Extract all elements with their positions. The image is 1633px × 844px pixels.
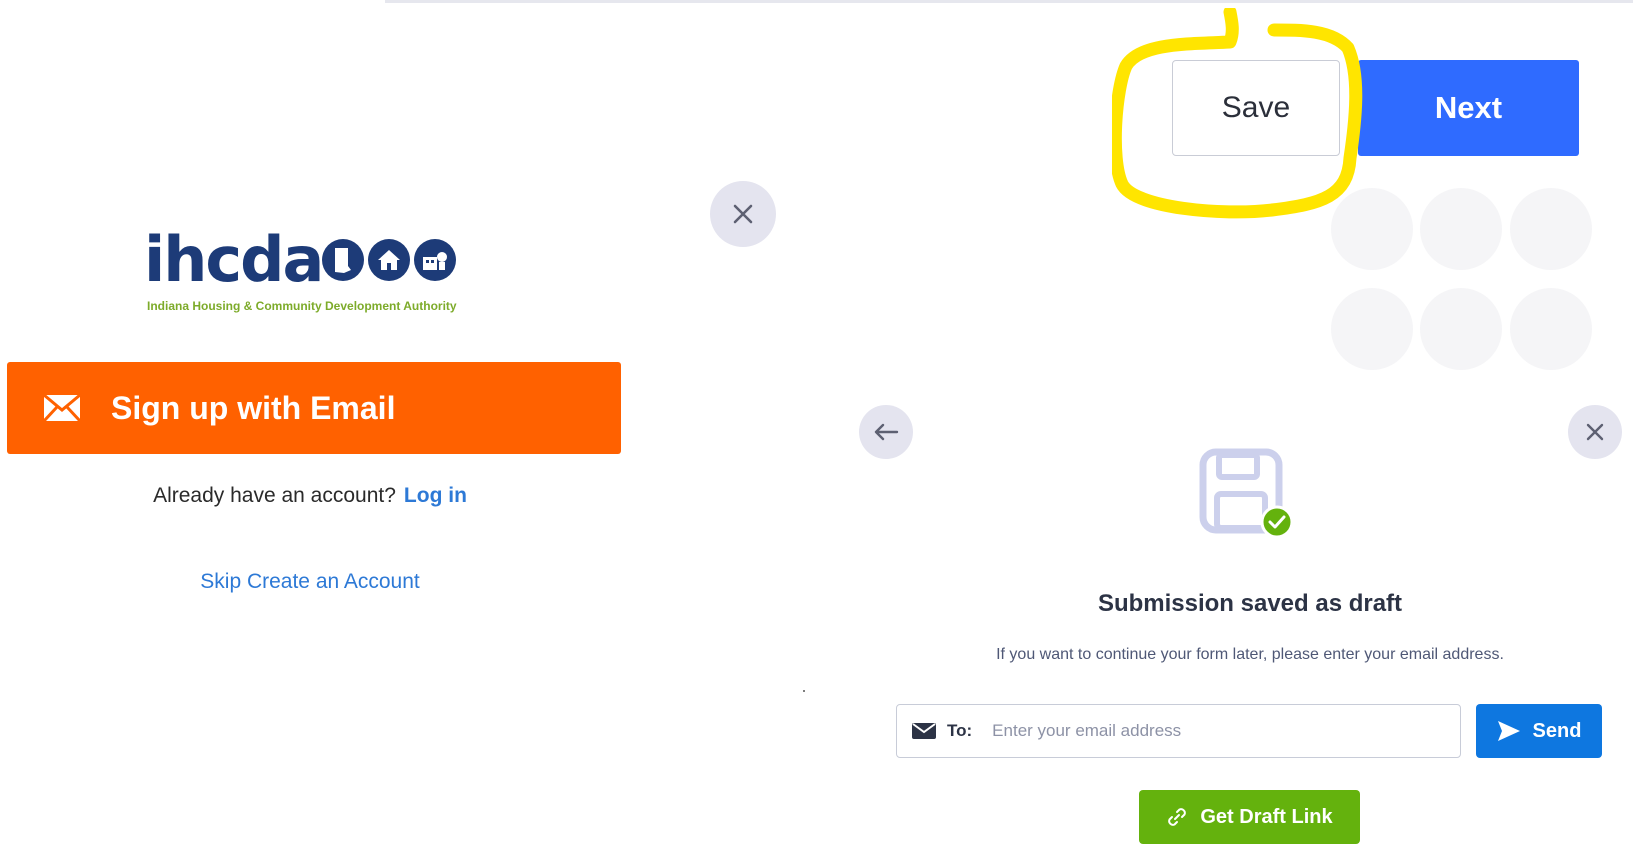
link-icon [1168,808,1187,826]
arrow-left-icon [874,423,899,441]
login-link[interactable]: Log in [404,484,467,507]
already-account-text: Already have an account? [153,484,396,507]
logo-wordmark: ihcda [144,223,324,296]
placeholder-circle [1331,188,1413,270]
email-field[interactable]: To: [896,704,1461,758]
get-draft-link-button[interactable]: Get Draft Link [1139,790,1360,844]
placeholder-circle [1420,288,1502,370]
already-account-row: Already have an account? Log in [0,484,620,508]
close-icon [1586,423,1604,441]
send-label: Send [1532,719,1582,742]
community-icon [414,239,456,281]
email-input[interactable] [990,720,1395,742]
placeholder-circle [1331,288,1413,370]
close-icon [733,204,753,224]
envelope-icon [43,394,81,422]
signup-email-button[interactable]: Sign up with Email [7,362,621,454]
logo-icons [322,239,456,281]
modal-close-button[interactable] [1568,405,1622,459]
to-label: To: [947,721,973,740]
placeholder-circle [1510,188,1592,270]
placeholder-circle [1510,288,1592,370]
saved-draft-icon [1199,448,1294,539]
logo-subtitle: Indiana Housing & Community Development … [147,299,457,313]
house-icon [368,239,410,281]
placeholder-circle [1420,188,1502,270]
signup-email-label: Sign up with Email [111,389,396,426]
back-button[interactable] [859,405,913,459]
envelope-icon [912,723,936,739]
draft-subtitle: If you want to continue your form later,… [996,646,1504,663]
ihcda-logo: ihcda Indiana Housing & Community Develo… [144,225,484,321]
skip-account-link[interactable]: Skip Create an Account [0,570,620,594]
send-button[interactable]: Send [1476,704,1602,758]
indiana-state-icon [322,239,364,281]
get-draft-link-label: Get Draft Link [1200,805,1333,828]
send-icon [1497,721,1520,741]
save-button[interactable]: Save [1172,60,1340,156]
draft-title: Submission saved as draft [1097,590,1403,617]
top-divider [385,0,1633,3]
close-button[interactable] [710,181,776,247]
next-button[interactable]: Next [1358,60,1579,156]
stray-dot [803,690,805,692]
